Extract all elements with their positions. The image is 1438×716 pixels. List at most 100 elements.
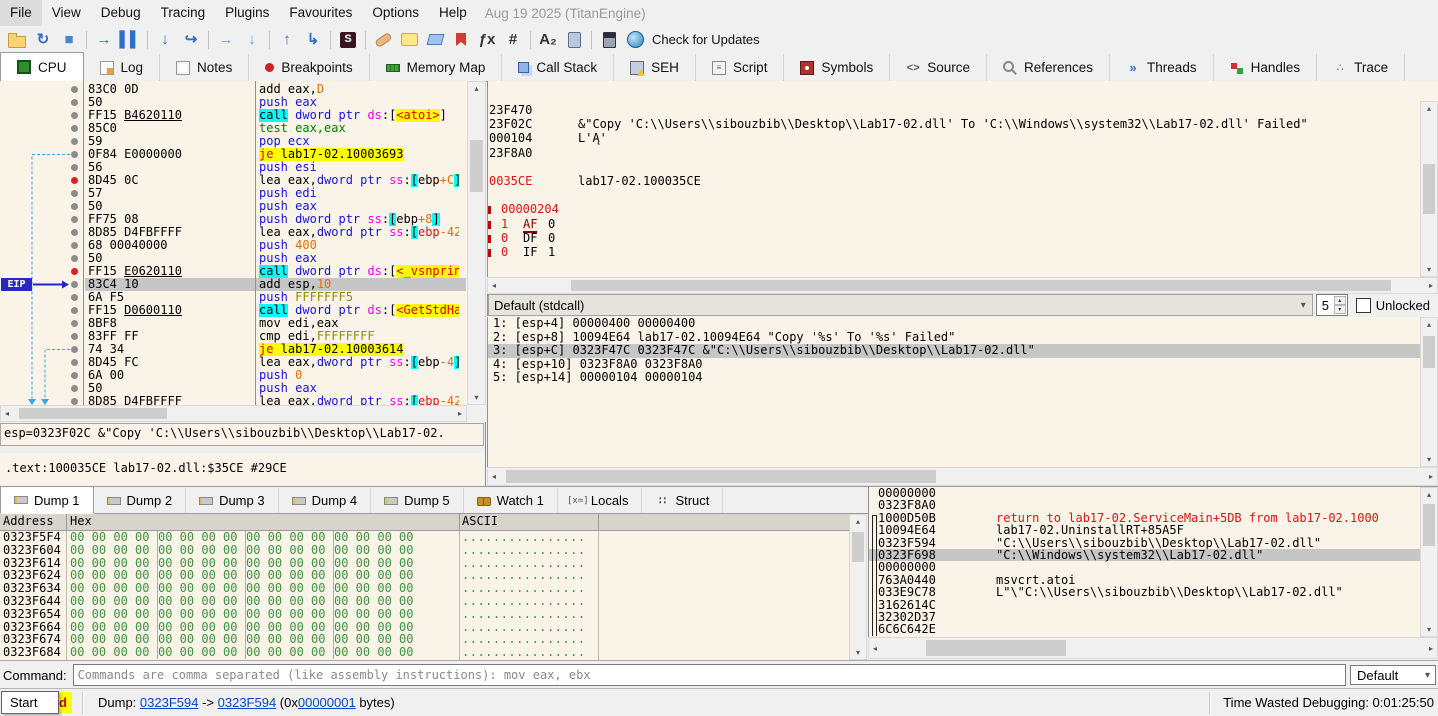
instruction-dot-icon[interactable] [71, 359, 78, 366]
instruction-dot-icon[interactable] [71, 203, 78, 210]
disasm-row[interactable]: FF15 D0600110call dword ptr ds:[<GetStdH… [0, 304, 467, 317]
scroll-thumb[interactable] [926, 640, 1066, 656]
register-row[interactable]: 1AF0 [488, 217, 1420, 231]
instruction-dot-icon[interactable] [71, 398, 78, 405]
registers-vscrollbar[interactable]: ▴ ▾ [1420, 101, 1438, 277]
disasm-row[interactable]: 8D45 0Clea eax,dword ptr ss:[ebp+C] [0, 174, 467, 187]
step-into-button[interactable]: ↓ [153, 28, 177, 52]
disasm-hscrollbar[interactable]: ◂ ▸ [0, 405, 467, 422]
disasm-row[interactable]: 83FF FFcmp edi,FFFFFFFF [0, 330, 467, 343]
scroll-right-arrow-icon[interactable]: ▸ [1429, 278, 1433, 293]
registers-pane[interactable]: 23F47023F02C&"Copy 'C:\\Users\\sibouzbib… [487, 81, 1438, 277]
disassembly-pane[interactable]: 83C0 0Dadd eax,D50push eaxFF15 B4620110c… [0, 81, 467, 405]
instruction-dot-icon[interactable] [71, 385, 78, 392]
stack-hscrollbar[interactable]: ◂ ▸ [868, 637, 1438, 659]
scroll-right-arrow-icon[interactable]: ▸ [1429, 638, 1433, 658]
scroll-left-arrow-icon[interactable]: ◂ [5, 406, 9, 421]
stack-row[interactable]: 6C6C642E [869, 623, 1438, 635]
disasm-row[interactable]: FF75 08push dword ptr ss:[ebp+8] [0, 213, 467, 226]
tab-trace[interactable]: ∴Trace [1317, 54, 1405, 81]
execute-till-return-button[interactable]: → [214, 28, 238, 52]
registers-hscrollbar[interactable]: ◂ ▸ [487, 277, 1438, 294]
bookmark-button[interactable] [449, 28, 473, 52]
register-row[interactable]: 0IF1 [488, 245, 1420, 259]
tab-dump-1[interactable]: Dump 1 [0, 486, 94, 514]
instruction-dot-icon[interactable] [71, 190, 78, 197]
instruction-dot-icon[interactable] [71, 151, 78, 158]
tab-watch-1[interactable]: Watch 1 [464, 488, 558, 513]
update-globe-button[interactable] [623, 28, 647, 52]
instruction-dot-icon[interactable] [71, 86, 78, 93]
tab-handles[interactable]: Handles [1214, 54, 1318, 81]
dump-table-header[interactable]: AddressHexASCII [0, 514, 849, 531]
register-row[interactable]: 00000204 [488, 202, 1420, 216]
scroll-down-arrow-icon[interactable]: ▾ [468, 393, 485, 402]
register-row[interactable]: 23F8A0 [488, 146, 1420, 160]
register-row[interactable] [488, 160, 1420, 174]
calling-convention-dropdown[interactable]: Default (stdcall) ▾ [488, 294, 1313, 316]
tab-cpu[interactable]: CPU [0, 52, 84, 82]
instruction-dot-icon[interactable] [71, 255, 78, 262]
patch-button[interactable] [371, 28, 395, 52]
pause-button[interactable]: ▌▌ [118, 28, 142, 52]
menu-item-file[interactable]: File [0, 0, 42, 26]
tab-locals[interactable]: [x=]Locals [558, 488, 643, 513]
scroll-thumb[interactable] [470, 140, 483, 192]
disasm-row[interactable]: 56push esi [0, 161, 467, 174]
tab-seh[interactable]: SEH [614, 54, 696, 81]
instruction-dot-icon[interactable] [71, 294, 78, 301]
instruction-dot-icon[interactable] [71, 307, 78, 314]
disasm-vscrollbar[interactable]: ▴ ▾ [467, 81, 486, 405]
disasm-row[interactable]: FF15 B4620110call dword ptr ds:[<atoi>] [0, 109, 467, 122]
scroll-down-arrow-icon[interactable]: ▾ [1421, 625, 1437, 634]
tab-references[interactable]: References [987, 54, 1110, 81]
disasm-row[interactable]: 57push edi [0, 187, 467, 200]
disasm-row[interactable]: 8BF8mov edi,eax [0, 317, 467, 330]
tab-dump-2[interactable]: Dump 2 [94, 488, 187, 513]
argument-row[interactable]: 1: [esp+4] 00000400 00000400 [488, 317, 1420, 331]
tab-dump-4[interactable]: Dump 4 [279, 488, 372, 513]
tab-memory-map[interactable]: Memory Map [370, 54, 503, 81]
instruction-dot-icon[interactable] [71, 242, 78, 249]
step-over-button[interactable]: ↪ [179, 28, 203, 52]
label-button[interactable] [423, 28, 447, 52]
dump-address-link[interactable]: 0323F594 [140, 695, 199, 710]
scroll-up-arrow-icon[interactable]: ▴ [850, 517, 866, 526]
scroll-down-arrow-icon[interactable]: ▾ [850, 648, 866, 657]
dump-row[interactable]: 0323F68400 00 00 0000 00 00 0000 00 00 0… [0, 646, 849, 659]
register-row[interactable]: 23F470 [488, 103, 1420, 117]
tab-source[interactable]: <>Source [890, 54, 987, 81]
check-for-updates-label[interactable]: Check for Updates [652, 32, 760, 47]
instruction-dot-icon[interactable] [71, 372, 78, 379]
instruction-dot-icon[interactable] [71, 112, 78, 119]
stack-row[interactable]: 0323F698"C:\\Windows\\system32\\Lab17-02… [869, 549, 1438, 561]
arguments-hscrollbar[interactable]: ◂ ▸ [487, 467, 1438, 486]
menu-item-view[interactable]: View [42, 0, 91, 26]
disasm-row[interactable]: 6A F5push FFFFFFF5 [0, 291, 467, 304]
disasm-row[interactable]: 6A 00push 0 [0, 369, 467, 382]
instruction-dot-icon[interactable] [71, 99, 78, 106]
highlight-button[interactable] [562, 28, 586, 52]
dump-column-header[interactable]: Hex [70, 514, 92, 529]
font-button[interactable]: A₂ [536, 28, 560, 52]
scroll-up-arrow-icon[interactable]: ▴ [1421, 104, 1437, 113]
unlocked-checkbox[interactable] [1356, 298, 1371, 313]
scroll-up-arrow-icon[interactable]: ▴ [1421, 320, 1437, 329]
scroll-left-arrow-icon[interactable]: ◂ [492, 468, 496, 485]
scroll-thumb[interactable] [1423, 336, 1435, 368]
function-button[interactable]: ƒx [475, 28, 499, 52]
dump-address-link[interactable]: 00000001 [298, 695, 356, 710]
disasm-row[interactable]: 50push eax [0, 96, 467, 109]
argument-row[interactable]: 3: [esp+C] 0323F47C 0323F47C &"C:\\Users… [488, 344, 1420, 358]
dump-column-header[interactable]: ASCII [462, 514, 498, 529]
scroll-down-arrow-icon[interactable]: ▾ [1421, 265, 1437, 274]
scroll-up-arrow-icon[interactable]: ▴ [468, 84, 485, 93]
tab-dump-5[interactable]: Dump 5 [371, 488, 464, 513]
restart-button[interactable]: ↻ [31, 28, 55, 52]
calculator-button[interactable] [597, 28, 621, 52]
register-row[interactable]: 0DF0 [488, 231, 1420, 245]
stack-row[interactable]: 0323F8A0 [869, 499, 1438, 511]
scylla-button[interactable]: S [336, 28, 360, 52]
stack-row[interactable]: 10094E64lab17-02.UninstallRT+85A5F [869, 524, 1438, 536]
instruction-dot-icon[interactable] [71, 333, 78, 340]
